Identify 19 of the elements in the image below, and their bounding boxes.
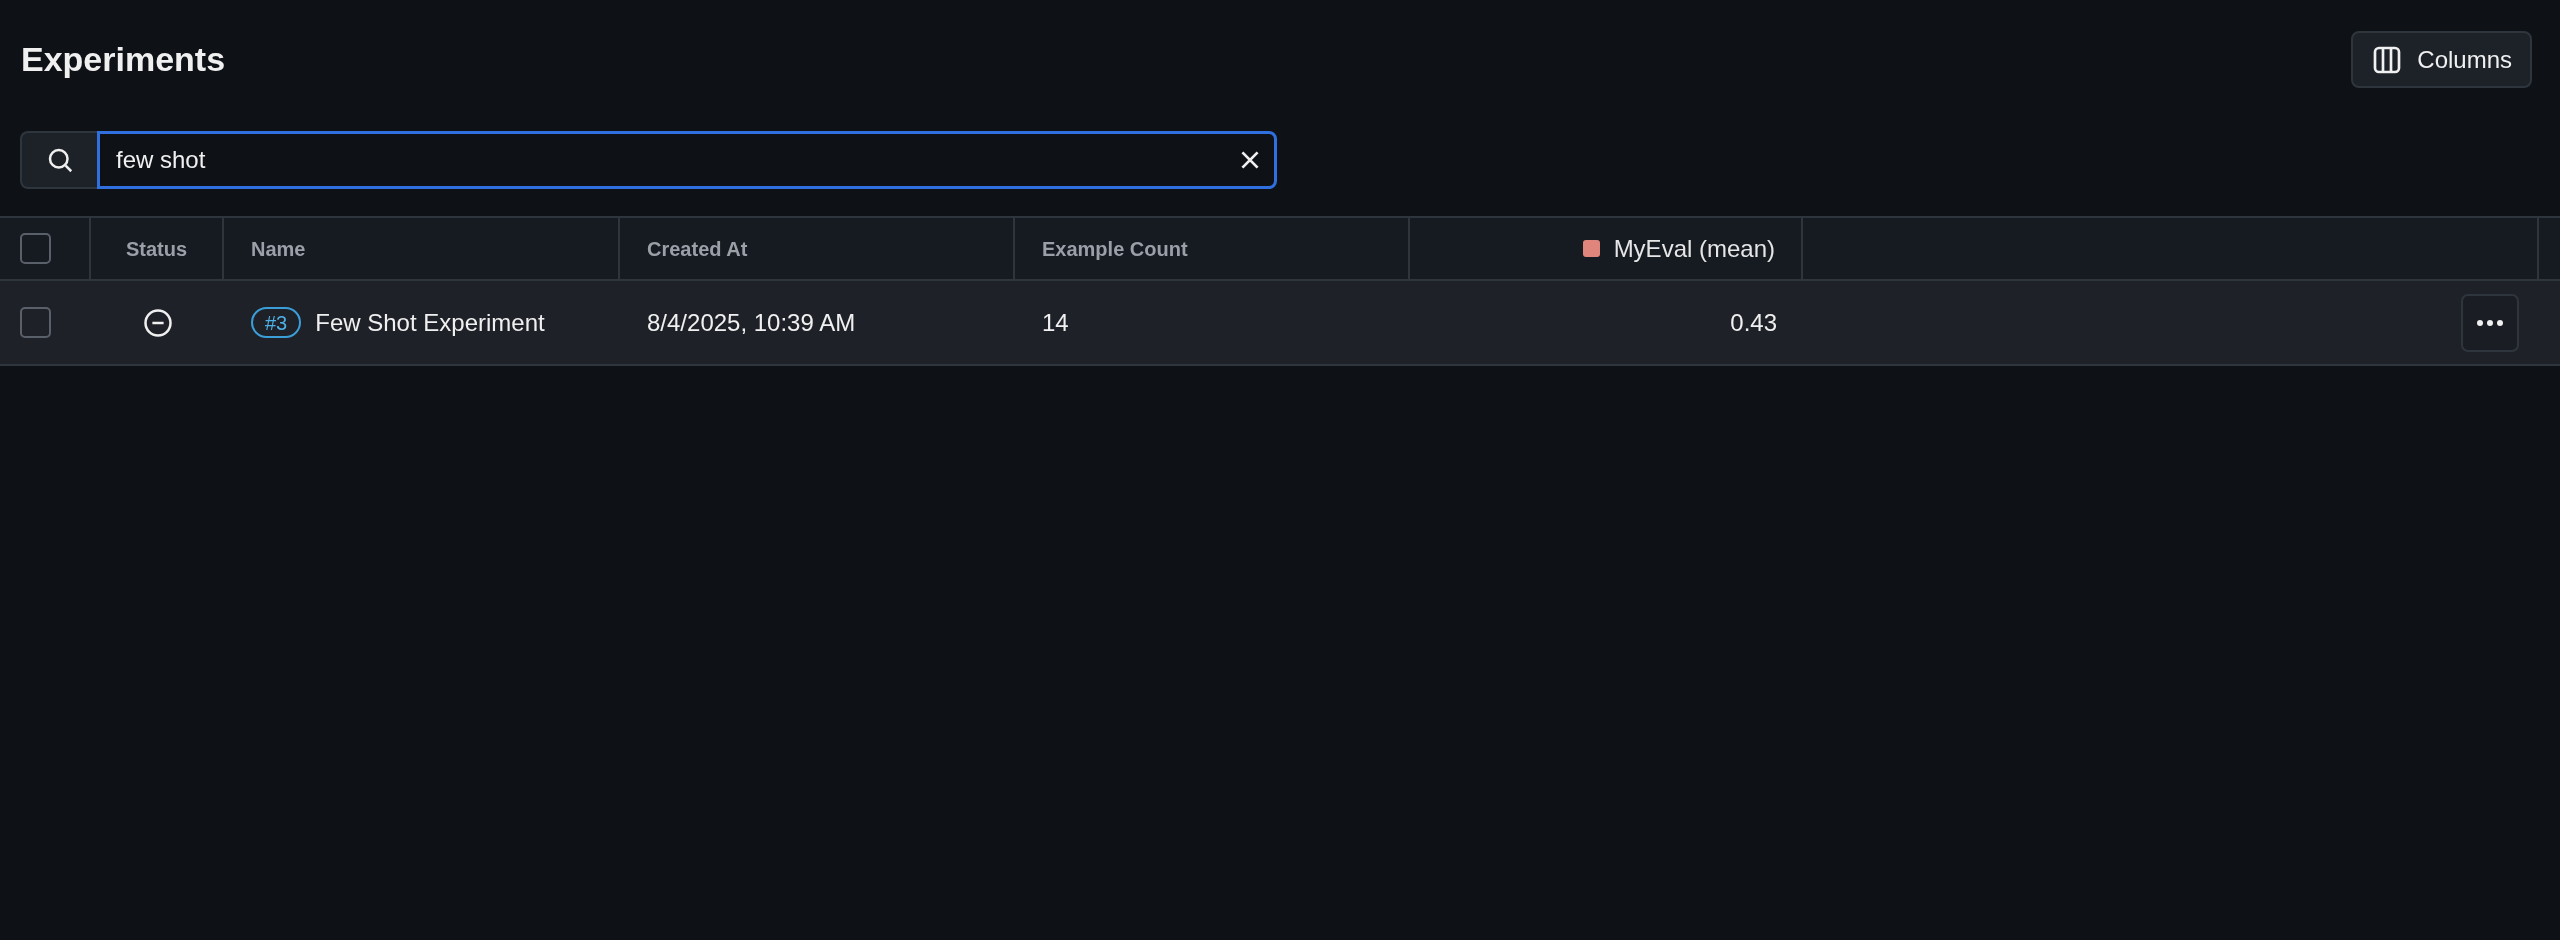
columns-button[interactable]: Columns bbox=[2351, 31, 2532, 88]
more-icon bbox=[2477, 319, 2503, 326]
checkbox[interactable] bbox=[20, 307, 51, 338]
column-header[interactable]: Name bbox=[251, 233, 306, 264]
checkbox[interactable] bbox=[20, 233, 51, 264]
minus-circle-icon bbox=[142, 307, 173, 338]
search-field[interactable]: few shot bbox=[97, 131, 1277, 189]
id-badge: #3 bbox=[251, 307, 302, 338]
table-cell-text: 0.43 bbox=[1730, 307, 1777, 338]
column-header[interactable]: Created At bbox=[647, 233, 748, 264]
column-header[interactable]: Example Count bbox=[1042, 233, 1188, 264]
column-header[interactable]: Status bbox=[125, 233, 188, 264]
column-header[interactable]: MyEval (mean) bbox=[1613, 230, 1775, 267]
experiment-name[interactable]: Few Shot Experiment bbox=[315, 304, 545, 341]
table-cell-text: 8/4/2025, 10:39 AM bbox=[647, 307, 856, 338]
page-title: Experiments bbox=[21, 39, 226, 80]
table-cell-text: 14 bbox=[1042, 307, 1069, 338]
table-row[interactable]: #3 Few Shot Experiment 8/4/2025, 10:39 AM 14 0.43 bbox=[0, 281, 2560, 366]
more-button[interactable] bbox=[2461, 293, 2519, 352]
